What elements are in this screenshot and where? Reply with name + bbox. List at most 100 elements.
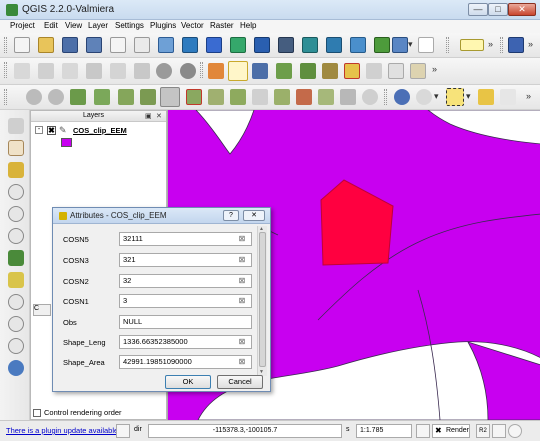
- identify-icon[interactable]: [394, 89, 410, 105]
- toolbar-grip[interactable]: [446, 37, 449, 53]
- open-project-icon[interactable]: [38, 37, 54, 53]
- control-rendering-order-checkbox[interactable]: [33, 409, 41, 417]
- toolbar-grip[interactable]: [384, 89, 387, 105]
- fill-ring-icon[interactable]: [140, 89, 156, 105]
- layer-tree-item[interactable]: - ✖ ✎ COS_clip_EEM: [35, 125, 165, 137]
- zoom-last-icon[interactable]: [8, 316, 24, 332]
- toggle-editing-icon[interactable]: [228, 61, 248, 81]
- copy-features-icon[interactable]: [388, 63, 404, 79]
- zoom-full-icon[interactable]: [8, 250, 24, 266]
- messages-icon[interactable]: [508, 424, 522, 438]
- pan-to-selection-icon[interactable]: [8, 162, 24, 178]
- delete-ring-icon[interactable]: [160, 87, 180, 107]
- save-project-icon[interactable]: [62, 37, 78, 53]
- scale-combobox[interactable]: 1:1.785: [356, 424, 412, 438]
- clear-field-icon[interactable]: ⊠: [237, 296, 247, 306]
- add-ring-icon[interactable]: [94, 89, 110, 105]
- merge-features-icon[interactable]: [296, 89, 312, 105]
- scrollbar-thumb[interactable]: [259, 232, 266, 367]
- zoom-out-icon[interactable]: [8, 206, 24, 222]
- delete-feature-icon[interactable]: [180, 63, 196, 79]
- field-value-input[interactable]: 321: [119, 253, 252, 267]
- add-wfs-layer-icon[interactable]: [350, 37, 366, 53]
- move-feature-icon[interactable]: [300, 63, 316, 79]
- pan-hand-icon[interactable]: [8, 140, 24, 156]
- split-features-icon[interactable]: [252, 89, 268, 105]
- action-dropdown-icon[interactable]: ▾: [434, 91, 439, 102]
- node-tool-icon[interactable]: [134, 63, 150, 79]
- toolbar-grip[interactable]: [4, 89, 7, 105]
- add-mssql-layer-icon[interactable]: [254, 37, 270, 53]
- new-project-icon[interactable]: [14, 37, 30, 53]
- identify-features-icon[interactable]: [14, 63, 30, 79]
- menu-plugins[interactable]: Plugins: [150, 21, 176, 30]
- toolbar-grip[interactable]: [200, 62, 203, 78]
- split-parts-icon[interactable]: [274, 89, 290, 105]
- zoom-to-layer-icon[interactable]: [8, 294, 24, 310]
- maximize-button[interactable]: □: [488, 3, 508, 16]
- ok-button[interactable]: OK: [165, 375, 211, 389]
- plugin-update-link[interactable]: There is a plugin update available: [6, 426, 118, 435]
- cut-features-icon[interactable]: [366, 63, 382, 79]
- toolbar-grip[interactable]: [4, 37, 7, 53]
- zoom-to-selection-icon[interactable]: [8, 272, 24, 288]
- field-value-input[interactable]: NULL: [119, 315, 252, 329]
- add-spatialite-layer-icon[interactable]: [230, 37, 246, 53]
- add-raster-layer-icon[interactable]: [182, 37, 198, 53]
- float-panel-button[interactable]: ▣: [145, 112, 152, 120]
- reshape-features-icon[interactable]: [208, 89, 224, 105]
- add-wms-layer-icon[interactable]: [302, 37, 318, 53]
- field-value-input[interactable]: 32: [119, 274, 252, 288]
- rotate-feature-icon[interactable]: [156, 63, 172, 79]
- undo-icon[interactable]: [26, 89, 42, 105]
- select-icon[interactable]: [86, 63, 102, 79]
- select-features-icon[interactable]: [446, 88, 464, 106]
- refresh-icon[interactable]: [362, 89, 378, 105]
- simplify-feature-icon[interactable]: [70, 89, 86, 105]
- add-part-icon[interactable]: [118, 89, 134, 105]
- minimize-button[interactable]: —: [468, 3, 488, 16]
- field-calculator-icon[interactable]: [500, 89, 516, 105]
- clear-field-icon[interactable]: ⊠: [237, 234, 247, 244]
- zoom-native-icon[interactable]: [8, 228, 24, 244]
- toolbar-grip[interactable]: [4, 62, 7, 78]
- layer-symbol-swatch[interactable]: [61, 138, 72, 147]
- run-feature-action-icon[interactable]: [416, 89, 432, 105]
- toggle-extents-icon[interactable]: [116, 424, 130, 438]
- pan-icon[interactable]: [62, 63, 78, 79]
- render-checkbox[interactable]: ✖: [435, 425, 442, 437]
- abc-label-icon[interactable]: [460, 39, 484, 51]
- scale-lock-icon[interactable]: [416, 424, 430, 438]
- field-value-input[interactable]: 3: [119, 294, 252, 308]
- clear-field-icon[interactable]: ⊠: [237, 255, 247, 265]
- save-as-icon[interactable]: [86, 37, 102, 53]
- paste-features-icon[interactable]: [410, 63, 426, 79]
- toolbar-overflow-icon[interactable]: »: [488, 39, 493, 49]
- menu-help[interactable]: Help: [240, 21, 256, 30]
- menu-vector[interactable]: Vector: [181, 21, 204, 30]
- rotate-point-symbols-icon[interactable]: [340, 89, 356, 105]
- select-dropdown-icon[interactable]: ▾: [466, 91, 471, 102]
- deselect-icon[interactable]: [110, 63, 126, 79]
- merge-attributes-icon[interactable]: [318, 89, 334, 105]
- crs-status-icon[interactable]: R2: [476, 424, 490, 438]
- current-edits-icon[interactable]: [208, 63, 224, 79]
- menu-edit[interactable]: Edit: [44, 21, 58, 30]
- node-tool-edit-icon[interactable]: [322, 63, 338, 79]
- coordinates-display[interactable]: -115378.3,-100105.7: [148, 424, 342, 438]
- field-value-input[interactable]: 1336.66352385000: [119, 335, 252, 349]
- help-contents-icon[interactable]: [508, 37, 524, 53]
- composer-manager-icon[interactable]: [134, 37, 150, 53]
- deselect-features-icon[interactable]: [478, 89, 494, 105]
- add-wcs-layer-icon[interactable]: [326, 37, 342, 53]
- help-button[interactable]: ?: [223, 210, 239, 221]
- close-window-button[interactable]: ✕: [508, 3, 536, 16]
- render-toggle[interactable]: ✖ Render: [432, 424, 470, 438]
- close-dialog-button[interactable]: ✕: [243, 210, 265, 221]
- refresh-map-icon[interactable]: [8, 360, 24, 376]
- attributes-scrollbar[interactable]: ▲ ▼: [257, 226, 267, 376]
- layer-name[interactable]: COS_clip_EEM: [73, 126, 127, 135]
- add-oracle-layer-icon[interactable]: [278, 37, 294, 53]
- collapsed-panel-tab[interactable]: C: [33, 304, 51, 316]
- close-panel-button[interactable]: ✕: [156, 112, 162, 120]
